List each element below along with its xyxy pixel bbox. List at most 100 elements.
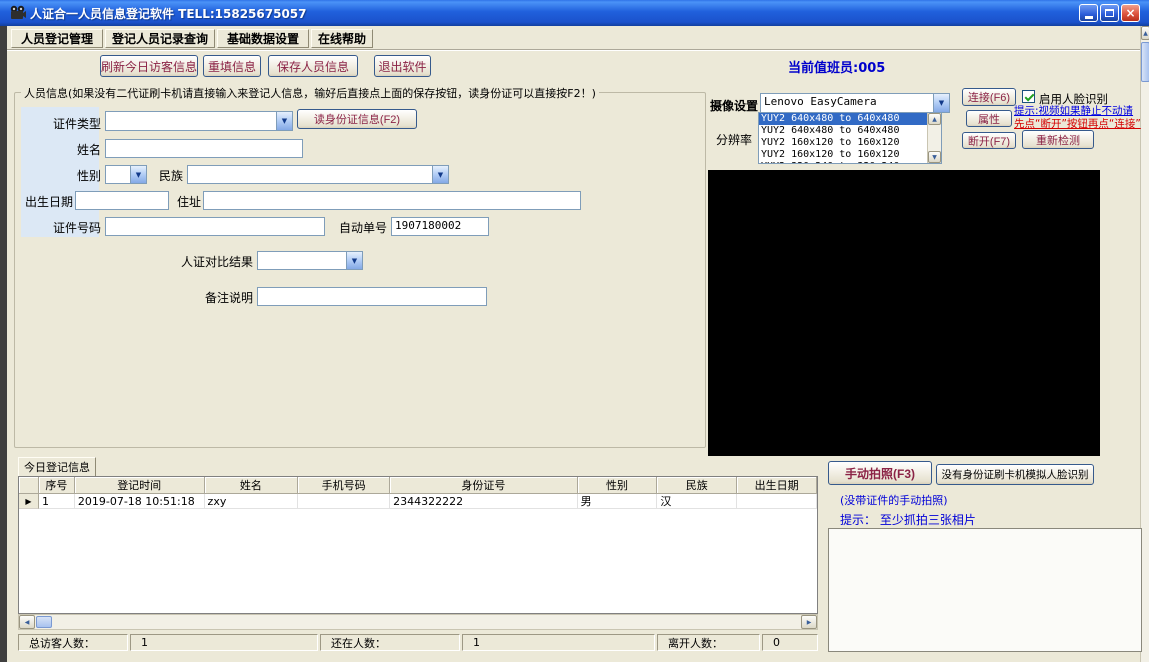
scroll-left-button[interactable]: ◀ — [19, 615, 35, 629]
table-cell: 2344322222 — [390, 494, 578, 509]
camera-redetect-button[interactable]: 重新检测 — [1022, 130, 1094, 149]
face-compare-result-select[interactable]: ▼ — [257, 251, 363, 270]
close-icon: × — [1125, 7, 1135, 19]
resolution-option[interactable]: YUY2 640x480 to 640x480 — [759, 125, 927, 137]
scroll-right-button[interactable]: ▶ — [801, 615, 817, 629]
status-label-3: 离开人数： — [657, 634, 760, 651]
status-label-2: 还在人数： — [320, 634, 460, 651]
table-cell: 1 — [39, 494, 75, 509]
face-compare-result-label: 人证对比结果 — [171, 253, 253, 270]
tab-divider — [7, 49, 1140, 51]
refresh-today-visitors-button[interactable]: 刷新今日访客信息 — [100, 55, 198, 77]
minimize-button[interactable] — [1079, 4, 1098, 22]
tab-record-query[interactable]: 登记人员记录查询 — [105, 29, 215, 48]
tab-online-help[interactable]: 在线帮助 — [311, 29, 373, 48]
chevron-down-icon[interactable]: ▼ — [933, 94, 949, 112]
capture-count-hint: 提示： 至少抓拍三张相片 — [840, 511, 976, 528]
table-cell — [298, 494, 390, 509]
chevron-down-icon[interactable]: ▼ — [346, 252, 362, 269]
restore-icon — [1105, 9, 1114, 17]
nation-select[interactable]: ▼ — [187, 165, 449, 184]
scroll-thumb[interactable] — [36, 616, 52, 628]
table-horizontal-scrollbar[interactable]: ◀ ▶ — [18, 614, 818, 630]
resolution-scrollbar[interactable]: ▲ ▼ — [927, 113, 941, 163]
resolution-option[interactable]: YUY2 160x120 to 160x120 — [759, 149, 927, 161]
window-title: 人证合一人员信息登记软件 TELL:15825675057 — [30, 5, 307, 22]
scroll-up-button[interactable]: ▲ — [928, 113, 941, 125]
app-icon — [9, 4, 27, 22]
grid-column-header[interactable]: 手机号码 — [298, 477, 390, 494]
resolution-option[interactable]: YUY2 160x120 to 160x120 — [759, 137, 927, 149]
grid-column-header[interactable]: 登记时间 — [75, 477, 205, 494]
remark-label: 备注说明 — [197, 289, 253, 306]
enable-face-recognition-checkbox[interactable] — [1022, 90, 1035, 103]
name-label: 姓名 — [39, 141, 101, 158]
status-value-1: 1 — [130, 634, 318, 651]
simulate-face-recognition-button[interactable]: 没有身份证刷卡机模拟人脸识别 — [936, 464, 1094, 485]
table-cell: zxy — [205, 494, 299, 509]
manual-capture-button[interactable]: 手动拍照(F3) — [828, 461, 932, 485]
grid-column-header[interactable]: 出生日期 — [737, 477, 817, 494]
grid-header: 序号登记时间姓名手机号码身份证号性别民族出生日期 — [19, 477, 817, 494]
registrations-table: 序号登记时间姓名手机号码身份证号性别民族出生日期 ▶12019-07-18 10… — [18, 476, 818, 614]
read-id-card-button[interactable]: 读身份证信息(F2) — [297, 109, 417, 129]
cert-no-field[interactable] — [105, 217, 325, 236]
grid-column-header[interactable]: 性别 — [578, 477, 658, 494]
refill-info-button[interactable]: 重填信息 — [203, 55, 261, 77]
save-person-button[interactable]: 保存人员信息 — [268, 55, 358, 77]
table-cell: 2019-07-18 10:51:18 — [75, 494, 205, 509]
cert-type-label: 证件类型 — [39, 115, 101, 132]
camera-disconnect-button[interactable]: 断开(F7) — [962, 132, 1016, 149]
status-value-2: 1 — [462, 634, 655, 651]
app-window: 人证合一人员信息登记软件 TELL:15825675057 × ▲ 人员登记管理… — [0, 0, 1149, 662]
cert-type-select[interactable]: ▼ — [105, 111, 293, 131]
scroll-down-button[interactable]: ▼ — [928, 151, 941, 163]
grid-body: ▶12019-07-18 10:51:18zxy2344322222男汉 — [19, 494, 817, 613]
camera-settings-label: 摄像设置 — [710, 97, 758, 114]
resolution-label: 分辨率 — [716, 131, 752, 148]
address-field[interactable] — [203, 191, 581, 210]
resolution-option[interactable]: YUY2 640x480 to 640x480 — [759, 113, 927, 125]
grid-column-header[interactable]: 序号 — [39, 477, 75, 494]
birth-date-label: 出生日期 — [17, 193, 73, 210]
grid-column-header[interactable]: 姓名 — [205, 477, 299, 494]
chevron-down-icon[interactable]: ▼ — [432, 166, 448, 183]
minimize-icon — [1085, 16, 1093, 19]
resolution-option[interactable]: YUY2 320x240 to 320x240 — [759, 161, 927, 163]
table-row[interactable]: ▶12019-07-18 10:51:18zxy2344322222男汉 — [19, 494, 817, 509]
table-cell: 汉 — [657, 494, 737, 509]
cert-no-label: 证件号码 — [39, 219, 101, 236]
camera-device-value: Lenovo EasyCamera — [764, 95, 932, 108]
scroll-thumb[interactable] — [1141, 42, 1149, 82]
exit-software-button[interactable]: 退出软件 — [374, 55, 431, 77]
close-button[interactable]: × — [1121, 4, 1140, 22]
camera-device-select[interactable]: Lenovo EasyCamera ▼ — [760, 93, 950, 113]
table-cell: 男 — [578, 494, 658, 509]
video-hint-line1: 提示:视频如果静止不动请 — [1014, 105, 1148, 118]
desktop-edge-strip — [0, 26, 7, 662]
tab-personnel-register[interactable]: 人员登记管理 — [11, 29, 103, 48]
restore-button[interactable] — [1100, 4, 1119, 22]
captured-photos-panel — [828, 528, 1142, 652]
current-duty-officer: 当前值班员:005 — [788, 57, 885, 76]
chevron-down-icon[interactable]: ▼ — [276, 112, 292, 130]
grid-column-header[interactable]: 民族 — [657, 477, 737, 494]
remark-field[interactable] — [257, 287, 487, 306]
status-label-1: 总访客人数： — [18, 634, 128, 651]
birth-date-field[interactable] — [75, 191, 169, 210]
name-field[interactable] — [105, 139, 303, 158]
person-info-group: 人员信息(如果没有二代证刷卡机请直接输入来登记人信息，输好后直接点上面的保存按钮… — [14, 92, 706, 448]
chevron-down-icon[interactable]: ▼ — [130, 166, 146, 183]
auto-no-label: 自动单号 — [331, 219, 387, 236]
gender-label: 性别 — [39, 167, 101, 184]
grid-column-header[interactable]: 身份证号 — [390, 477, 578, 494]
scroll-up-button[interactable]: ▲ — [1141, 26, 1149, 40]
gender-select[interactable]: ▼ — [105, 165, 147, 184]
resolution-listbox-frame: YUY2 640x480 to 640x480YUY2 640x480 to 6… — [758, 112, 942, 164]
camera-properties-button[interactable]: 属性 — [966, 110, 1012, 127]
nation-label: 民族 — [153, 167, 183, 184]
auto-no-field[interactable]: 1907180002 — [391, 217, 489, 236]
resolution-listbox: YUY2 640x480 to 640x480YUY2 640x480 to 6… — [759, 113, 927, 163]
camera-connect-button[interactable]: 连接(F6) — [962, 88, 1016, 106]
tab-base-data[interactable]: 基础数据设置 — [217, 29, 309, 48]
